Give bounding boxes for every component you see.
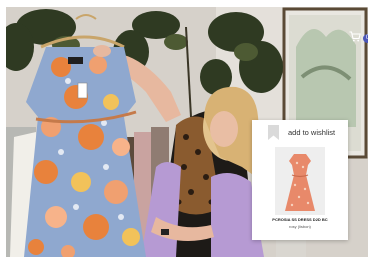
product-image[interactable]: [275, 147, 325, 215]
product-dress-image: [275, 147, 325, 215]
product-variant: rosy (lisbon): [289, 224, 311, 229]
cart-count-badge: 0: [363, 34, 368, 43]
video-frame: 0 add to wishlist PCROSIA SS DRESS D2D B: [6, 7, 368, 257]
shopping-cart-icon: [349, 30, 361, 41]
bookmark-icon: [268, 124, 279, 140]
wishlist-label: add to wishlist: [288, 127, 336, 137]
product-name[interactable]: PCROSIA SS DRESS D2D BC: [252, 217, 348, 222]
cart-button[interactable]: [346, 27, 364, 45]
wishlist-popup: add to wishlist PCROSIA SS DRESS D2D BC …: [252, 120, 348, 240]
add-to-wishlist-button[interactable]: add to wishlist: [252, 120, 348, 144]
